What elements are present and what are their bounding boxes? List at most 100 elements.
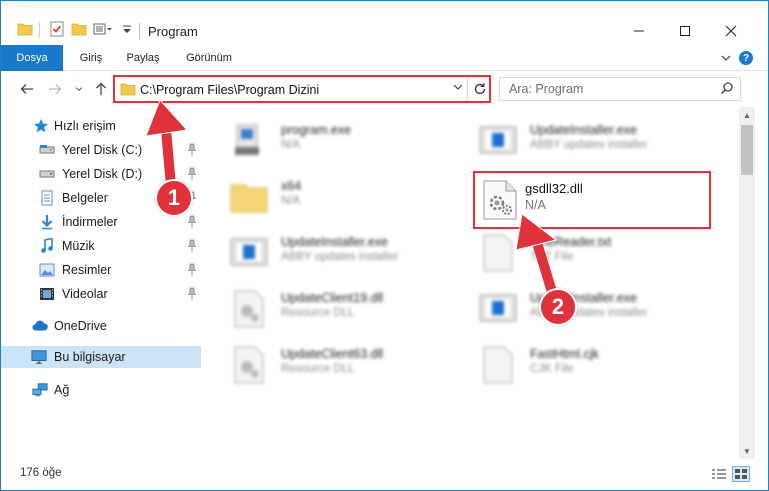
folder-icon[interactable] [17,21,33,37]
expand-ribbon-icon[interactable] [719,51,733,65]
callout-2: 2 [539,288,577,326]
installer-icon [479,294,517,322]
list-item[interactable]: UpdateClient19.dll Resource DLL [229,285,469,333]
network-icon [32,382,48,398]
list-item[interactable]: FineReader.txt TXT File [478,229,718,277]
qa-divider [39,22,40,38]
search-placeholder[interactable]: Ara: Program [509,82,583,96]
blurred-files: program.exe N/A UpdateInstaller.exe ABBY… [203,107,739,459]
tab-view[interactable]: Görünüm [179,45,239,71]
dll-icon [483,180,517,220]
star-icon [33,118,49,134]
tiles-view-icon [735,469,747,479]
dll-icon [234,346,264,384]
window-title: Program [148,24,198,39]
refresh-icon [474,83,485,95]
list-item[interactable]: x64 N/A [229,173,469,221]
target-file-name: gsdll32.dll [525,181,583,196]
computer-icon [31,349,47,365]
view-options-icon[interactable] [93,21,113,37]
up-button[interactable] [91,79,111,99]
ribbon-tabs: Dosya Giriş Paylaş Görünüm ? [1,45,768,71]
downloads-icon [39,214,55,230]
vertical-scrollbar[interactable]: ▲ ▼ [739,107,755,459]
minimize-button[interactable] [616,19,662,43]
pin-icon [187,167,197,180]
nav-item-pictures[interactable]: Resimler [1,259,201,281]
nav-item-local-disk-c[interactable]: Yerel Disk (C:) [1,139,201,161]
back-button[interactable] [17,79,37,99]
folder-icon [230,184,268,213]
item-count: 176 öğe [20,467,62,479]
recent-locations-button[interactable] [69,79,89,99]
target-file-type: N/A [525,198,546,212]
pictures-icon [39,262,55,278]
address-bar[interactable]: C:\Program Files\Program Dizini [113,75,491,103]
nav-item-music[interactable]: Müzik [1,235,201,257]
forward-button[interactable] [45,79,65,99]
title-bar: Program [1,1,768,45]
nav-item-network[interactable]: Ağ [1,379,201,401]
nav-item-onedrive[interactable]: OneDrive [1,315,201,337]
generic-file-icon [483,346,513,384]
music-icon [39,238,55,254]
tab-home[interactable]: Giriş [71,45,111,71]
nav-item-videos[interactable]: Videolar [1,283,201,305]
scroll-thumb[interactable] [741,125,753,175]
help-icon[interactable]: ? [739,51,753,65]
cloud-icon [32,318,48,334]
pin-icon [187,239,197,252]
documents-icon [39,190,55,206]
address-row: C:\Program Files\Program Dizini Ara: Pro… [1,71,768,107]
scroll-down-icon[interactable]: ▼ [739,443,755,459]
installer-icon [479,126,517,154]
file-list: program.exe N/A UpdateInstaller.exe ABBY… [203,107,739,459]
refresh-button[interactable] [467,77,491,101]
pin-icon [187,263,197,276]
chevron-down-icon [75,87,83,92]
arrow-up-icon [96,82,106,95]
address-dropdown-button[interactable] [453,82,463,94]
target-file-gsdll32[interactable]: gsdll32.dll N/A [473,171,711,229]
nav-item-quick-access[interactable]: Hızlı erişim [1,115,201,137]
tab-file[interactable]: Dosya [1,45,63,71]
customize-toolbar-icon[interactable] [121,21,133,37]
chevron-down-icon [453,84,463,90]
scroll-up-icon[interactable]: ▲ [739,107,755,123]
address-path[interactable]: C:\Program Files\Program Dizini [140,83,319,97]
list-item[interactable]: FastHtml.cjk CJK File [478,341,718,389]
text-file-icon [483,234,513,272]
new-folder-icon[interactable] [71,21,87,37]
list-item[interactable]: UpdateInstaller.exe ABBY updates install… [229,229,469,277]
list-item[interactable]: UpdateClient63.dll Resource DLL [229,341,469,389]
search-box[interactable]: Ara: Program [499,77,741,101]
tab-share[interactable]: Paylaş [119,45,167,71]
nav-item-this-pc[interactable]: Bu bilgisayar [1,346,201,368]
list-item[interactable]: UpdateInstaller.exe ABBY updates install… [478,117,718,165]
maximize-button[interactable] [662,19,708,43]
properties-icon[interactable] [49,21,65,37]
installer-icon [230,238,268,266]
list-item[interactable]: UpdateInstaller.exe ABBY updates install… [478,285,718,333]
explorer-window: Program Dosya Giriş Paylaş Görünüm ? C:\… [0,0,769,491]
dll-icon [234,290,264,328]
search-icon[interactable] [720,81,734,98]
pin-icon [187,143,197,156]
close-button[interactable] [708,19,754,43]
details-view-button[interactable] [710,466,728,482]
list-item[interactable]: program.exe N/A [229,117,469,165]
callout-1: 1 [155,179,193,217]
pin-icon [187,215,197,228]
videos-icon [39,286,55,302]
title-divider [139,23,140,39]
minimize-icon [634,30,644,32]
arrow-right-icon [49,84,62,94]
close-icon [725,25,737,37]
arrow-left-icon [20,84,33,94]
pin-icon [187,287,197,300]
drive-icon [39,142,55,158]
navigation-pane: Hızlı erişim Yerel Disk (C:) Yerel Disk … [1,107,203,459]
tiles-view-button[interactable] [732,466,750,482]
status-bar: 176 öğe [1,459,768,490]
maximize-icon [680,26,690,36]
